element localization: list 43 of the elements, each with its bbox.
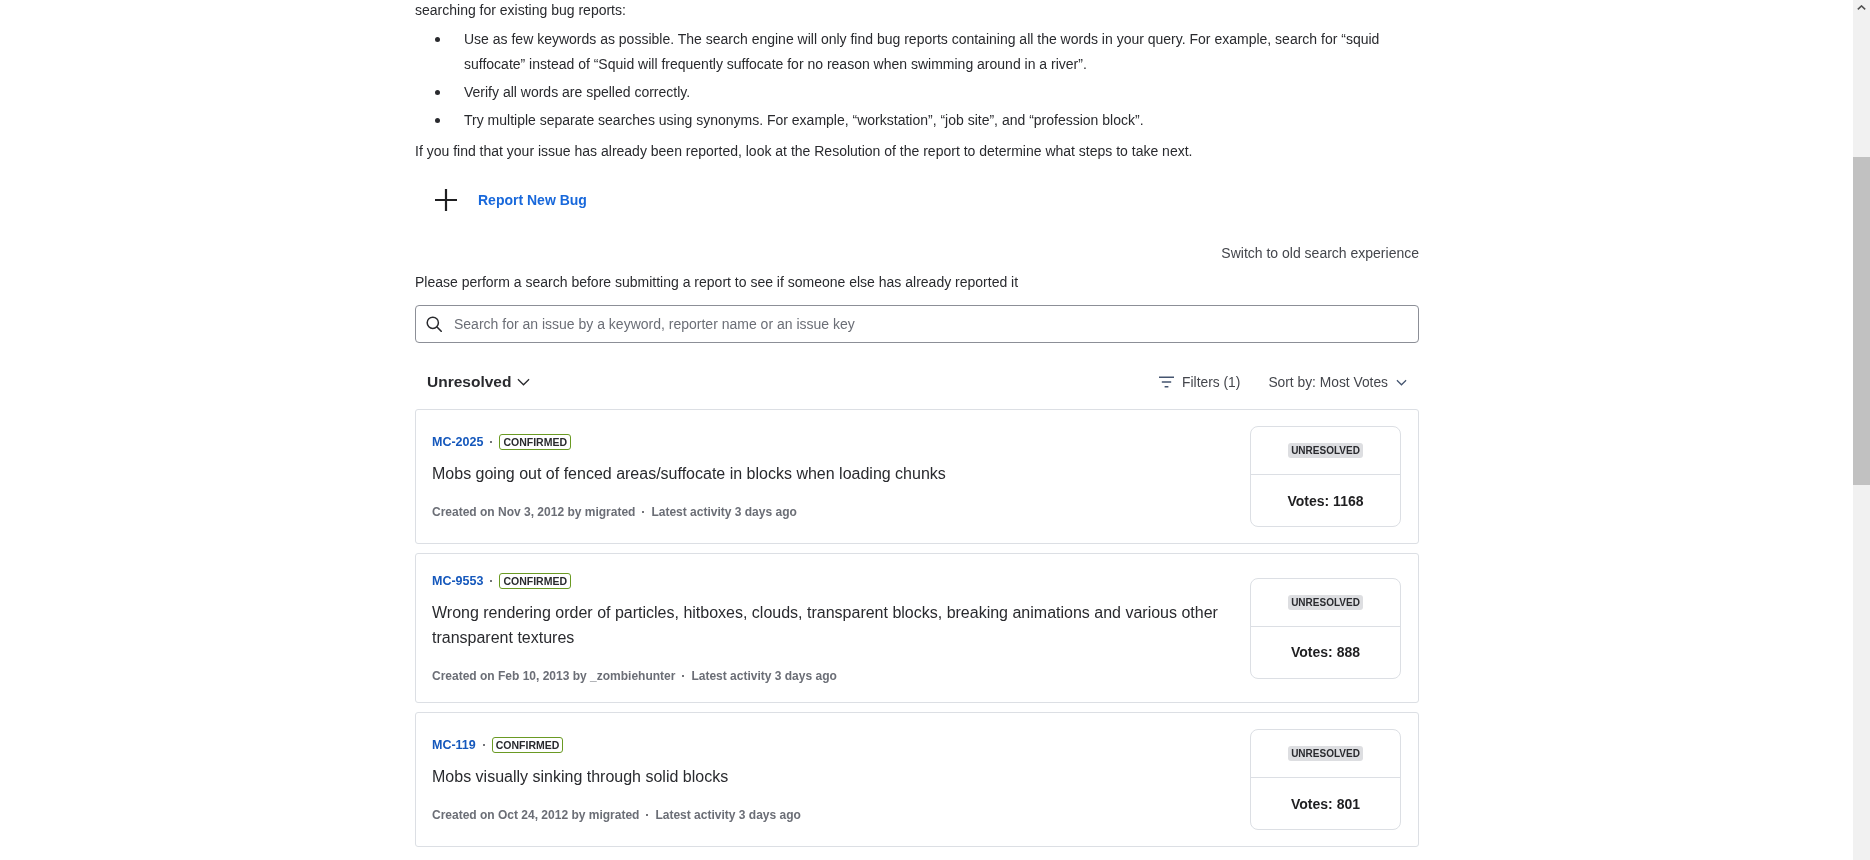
tip-text: Verify all words are spelled correctly.	[464, 83, 691, 102]
tip-text: Try multiple separate searches using synonyms. For example, “workstation”, “job site”, and “profession block”.	[464, 111, 1144, 130]
status-badge: CONFIRMED	[491, 737, 564, 753]
sort-dropdown[interactable]: Sort by: Most Votes	[1268, 374, 1407, 390]
issue-title-link[interactable]: Mobs visually sinking through solid blocks	[432, 763, 729, 789]
search-field[interactable]: Search for an issue by a keyword, reporter name or an issue key	[415, 305, 1419, 343]
issue-key-link[interactable]: MC-119	[432, 738, 476, 752]
resolution-badge: UNRESOLVED	[1288, 746, 1363, 761]
bullet-icon	[435, 90, 440, 95]
votes-count-text: Votes: 1168	[1287, 492, 1364, 509]
status-badge: CONFIRMED	[499, 434, 571, 450]
issue-key-link[interactable]: MC-9553	[432, 574, 484, 588]
votes-count-text: Votes: 801	[1291, 795, 1360, 812]
bullet-icon	[435, 37, 440, 42]
search-icon	[426, 316, 442, 332]
chevron-down-icon	[1396, 378, 1407, 386]
resolution-badge: UNRESOLVED	[1288, 594, 1363, 610]
activity-info-text: Latest activity 3 days ago	[651, 505, 797, 519]
scrollbar[interactable]	[1853, 0, 1870, 860]
filter-icon	[1159, 376, 1175, 388]
scrollbar-thumb[interactable]	[1853, 157, 1870, 485]
bullet-icon	[435, 118, 440, 123]
votes-count-text: Votes: 888	[1291, 644, 1360, 660]
resolution-dropdown[interactable]: Unresolved	[415, 373, 531, 391]
intro-text: searching for existing bug reports:	[415, 1, 627, 20]
created-info-text: Created on Nov 3, 2012 by migrated	[432, 505, 636, 519]
tip-text: Use as few keywords as possible. The search engine will only find bug reports containing all the words in your query. For example, search for “squid suffocate” instead of “Squid will frequently suffocate for no reason when swimming around in a river”.	[464, 30, 1381, 74]
issue-key-link[interactable]: MC-2025	[432, 435, 484, 449]
resolution-badge: UNRESOLVED	[1288, 443, 1363, 458]
filters-button[interactable]: Filters (1)	[1159, 374, 1241, 390]
status-badge: CONFIRMED	[499, 573, 571, 589]
issue-title-link[interactable]: Wrong rendering order of particles, hitboxes, clouds, transparent blocks, breaking animations and various other transparent textures	[432, 599, 1226, 650]
intro-text: If you find that your issue has already been reported, look at the Resolution of the report to determine what steps to take next.	[415, 142, 1194, 161]
activity-info-text: Latest activity 3 days ago	[691, 669, 837, 683]
created-info-text: Created on Oct 24, 2012 by migrated	[432, 808, 640, 822]
search-prompt-text: Please perform a search before submitting a report to see if someone else has already reported it	[415, 273, 1020, 292]
activity-info-text: Latest activity 3 days ago	[655, 808, 801, 822]
plus-icon	[435, 189, 457, 211]
switch-search-link[interactable]: Switch to old search experience	[1221, 243, 1419, 263]
issue-title-link[interactable]: Mobs going out of fenced areas/suffocate in blocks when loading chunks	[432, 460, 946, 486]
report-new-bug-button[interactable]: Report New Bug	[415, 180, 587, 220]
created-info-text: Created on Feb 10, 2013 by _zombiehunter	[432, 669, 676, 683]
chevron-down-icon	[517, 378, 531, 386]
